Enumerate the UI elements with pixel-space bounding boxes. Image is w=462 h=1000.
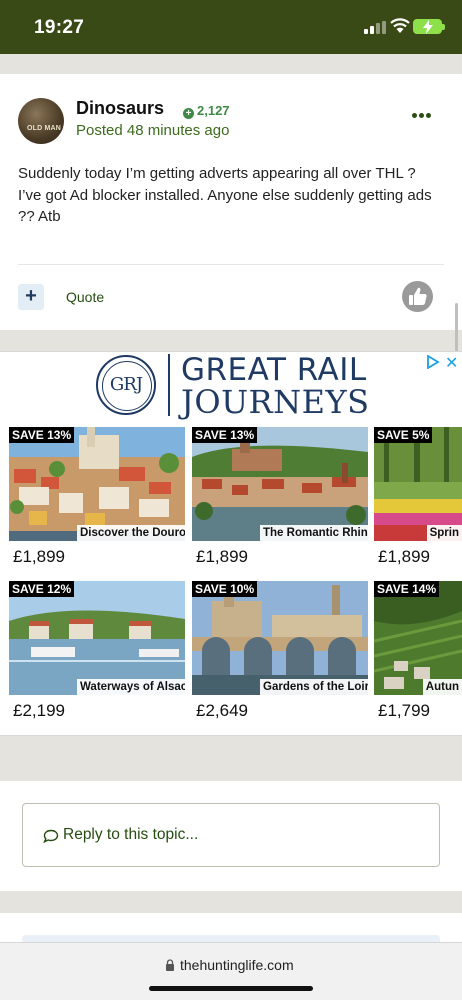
section-gap (0, 54, 462, 74)
reply-input[interactable]: Reply to this topic... (22, 803, 440, 867)
lock-icon (166, 959, 174, 971)
thumbs-up-icon (409, 287, 427, 305)
signal-icon (364, 21, 386, 34)
ad-tile[interactable]: SAVE 10% Gardens of the Loir… £2,649 (192, 581, 368, 731)
discount-badge: SAVE 10% (192, 581, 258, 597)
post-timestamp[interactable]: Posted 48 minutes ago (76, 122, 229, 139)
avatar[interactable]: OLD MAN (18, 98, 64, 144)
discount-badge: SAVE 5% (374, 427, 433, 443)
reputation-count: 2,127 (197, 103, 230, 118)
plus-circle-icon: + (183, 108, 194, 119)
reply-card: Reply to this topic... (0, 781, 462, 891)
logo-divider (168, 354, 170, 416)
status-bar: 19:27 (0, 0, 462, 54)
brand-logo-initials: GRJ (109, 374, 143, 395)
home-indicator[interactable] (149, 986, 313, 991)
tile-caption: Autun (422, 679, 462, 695)
post-author[interactable]: Dinosaurs (76, 98, 164, 119)
ad-tile[interactable]: SAVE 12% Waterways of Alsac… £2,199 (9, 581, 185, 731)
section-gap (0, 736, 462, 781)
tile-price: £2,649 (196, 701, 248, 720)
divider (18, 264, 444, 265)
tile-caption: Discover the Douro (77, 525, 185, 541)
tile-caption: The Romantic Rhin… (260, 525, 368, 541)
avatar-text: OLD MAN (27, 125, 62, 132)
ad-tile[interactable]: SAVE 5% Sprin £1,899 (374, 427, 462, 577)
discount-badge: SAVE 12% (9, 581, 75, 597)
browser-url-bar[interactable]: thehuntinglife.com (0, 942, 462, 1000)
tile-price: £1,899 (13, 547, 65, 566)
section-gap (0, 891, 462, 913)
reputation-badge: +2,127 (183, 103, 230, 119)
tile-caption: Sprin (426, 525, 462, 541)
tile-image (192, 581, 368, 695)
tile-caption: Gardens of the Loir… (260, 679, 368, 695)
multiquote-button[interactable]: + (18, 284, 44, 310)
tile-price: £1,899 (378, 547, 430, 566)
tile-price: £1,799 (378, 701, 430, 720)
more-options-icon[interactable] (412, 110, 432, 120)
ad-choices-icon[interactable] (426, 355, 440, 369)
post-card: OLD MAN Dinosaurs +2,127 Posted 48 minut… (0, 74, 462, 330)
tile-image (192, 427, 368, 541)
ad-tile[interactable]: SAVE 13% Discover the Douro £1,899 (9, 427, 185, 577)
close-ad-icon[interactable]: ✕ (445, 353, 458, 373)
status-time: 19:27 (34, 17, 85, 38)
tile-caption: Waterways of Alsac… (77, 679, 185, 695)
tile-price: £1,899 (196, 547, 248, 566)
discount-badge: SAVE 14% (374, 581, 440, 597)
like-button[interactable] (402, 281, 433, 312)
brand-logo[interactable]: GRJ (96, 355, 156, 415)
url-text[interactable]: thehuntinglife.com (180, 957, 294, 973)
advertisement[interactable]: GRJ GREAT RAIL JOURNEYS ✕ SAVE 13% Disco… (0, 351, 462, 736)
discount-badge: SAVE 13% (9, 427, 75, 443)
comment-icon (43, 829, 59, 843)
tile-image (374, 581, 462, 695)
ad-tile[interactable]: SAVE 13% The Romantic Rhin… £1,899 (192, 427, 368, 577)
ad-tile[interactable]: SAVE 14% Autun £1,799 (374, 581, 462, 731)
brand-name-line2: JOURNEYS (181, 383, 370, 421)
quote-button[interactable]: Quote (66, 289, 104, 305)
reply-placeholder: Reply to this topic... (63, 826, 199, 843)
wifi-icon (390, 18, 410, 33)
tile-price: £2,199 (13, 701, 65, 720)
tile-image (9, 581, 185, 695)
discount-badge: SAVE 13% (192, 427, 258, 443)
battery-icon (413, 19, 445, 34)
tile-image (374, 427, 462, 541)
tile-image (9, 427, 185, 541)
post-body: Suddenly today I’m getting adverts appea… (18, 165, 432, 225)
